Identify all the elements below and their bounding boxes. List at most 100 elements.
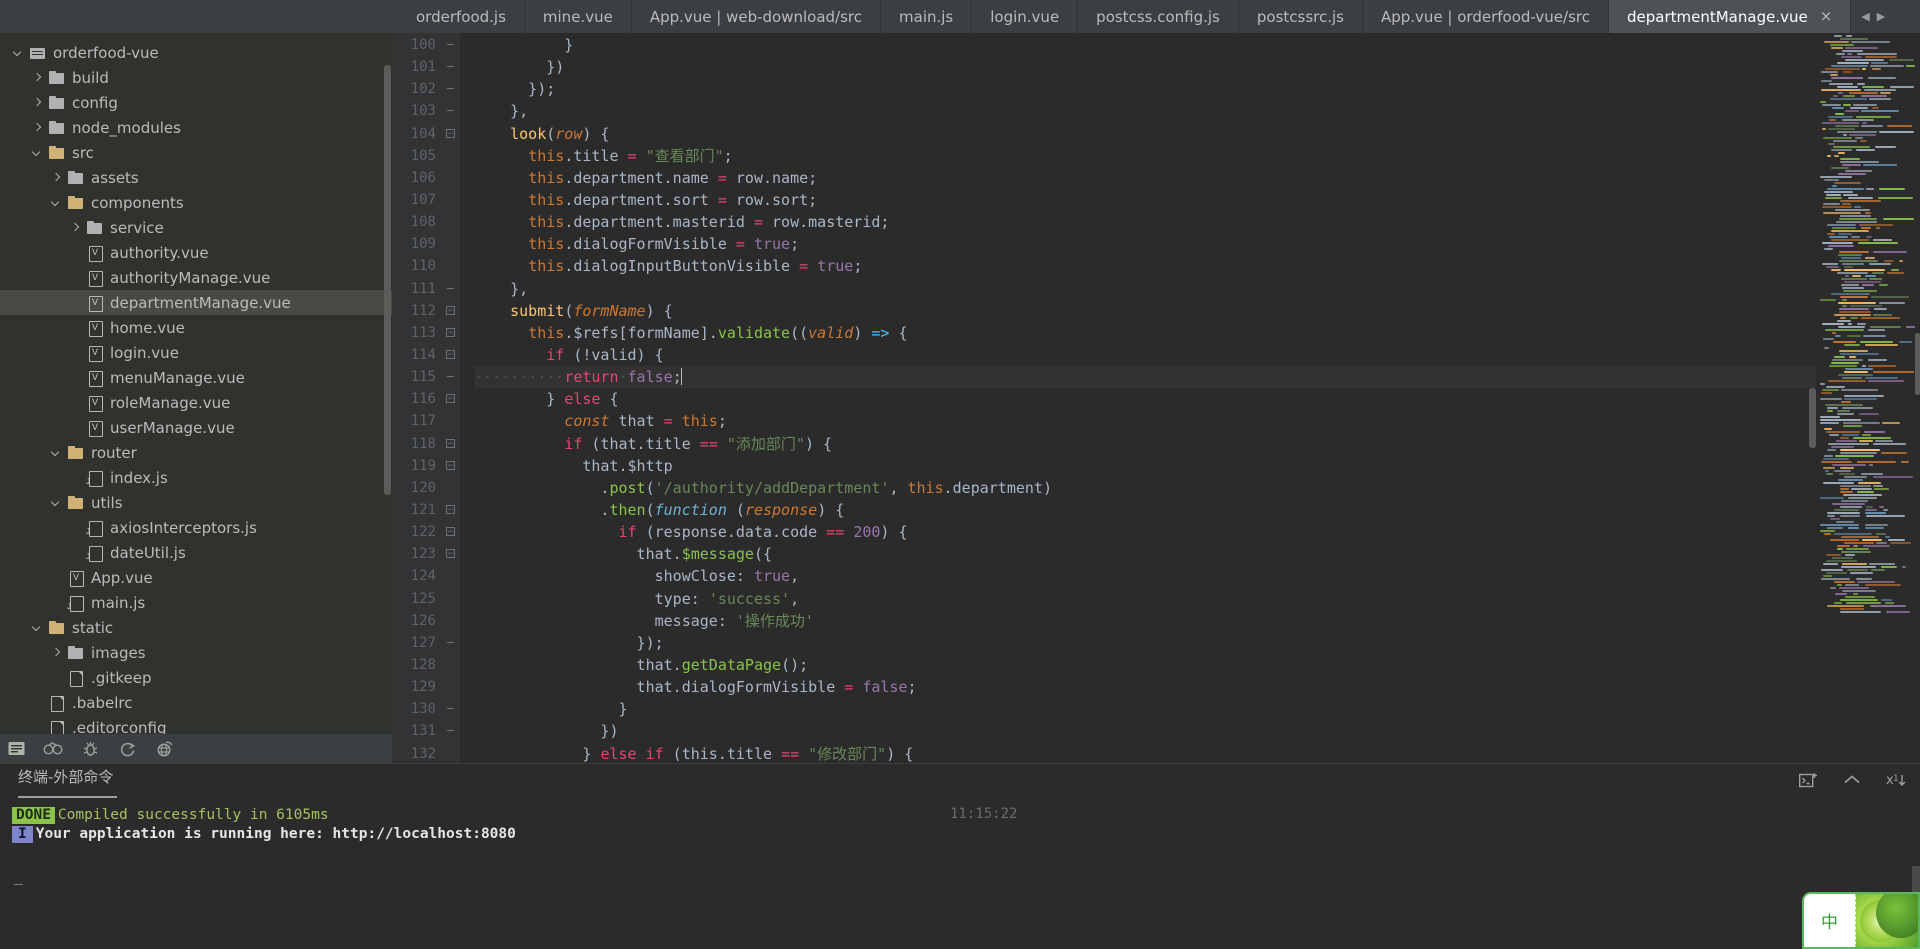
code-line[interactable]: }); [474, 78, 1816, 100]
line-number[interactable]: 122− [392, 521, 455, 543]
line-number[interactable]: 123− [392, 543, 455, 565]
editor-tab[interactable]: orderfood.js [398, 0, 525, 33]
code-line[interactable]: this.department.masterid = row.masterid; [474, 211, 1816, 233]
line-number[interactable]: 100 [392, 34, 454, 56]
editor-tab[interactable]: mine.vue [524, 0, 632, 33]
line-number[interactable]: 108 [392, 211, 442, 233]
fold-collapse-icon[interactable]: − [446, 349, 455, 359]
code-line[interactable]: } else { [474, 388, 1816, 410]
line-number[interactable]: 104− [392, 123, 455, 145]
code-line[interactable]: that.$http [474, 455, 1816, 477]
code-line[interactable]: look(row) { [474, 123, 1816, 145]
tree-item-utils[interactable]: utils [0, 490, 392, 515]
tree-item-components[interactable]: components [0, 190, 392, 215]
fold-line-icon[interactable] [446, 62, 455, 71]
code-line[interactable]: if (response.data.code == 200) { [474, 521, 1816, 543]
line-number[interactable]: 126 [392, 610, 442, 632]
line-number[interactable]: 120 [392, 477, 442, 499]
chevron-down-icon[interactable] [50, 496, 63, 509]
fold-line-icon[interactable] [446, 106, 455, 115]
line-number[interactable]: 128 [392, 654, 442, 676]
line-number[interactable]: 132 [392, 743, 442, 764]
ime-mode[interactable]: 中 [1804, 894, 1856, 947]
line-number[interactable]: 107 [392, 189, 442, 211]
line-number[interactable]: 103 [392, 100, 454, 122]
line-number[interactable]: 127 [392, 632, 454, 654]
line-number[interactable]: 102 [392, 78, 454, 100]
tree-item--babelrc[interactable]: .babelrc [0, 690, 392, 715]
editor-vertical-scrollbar[interactable] [1809, 388, 1816, 448]
soft-wrap-icon[interactable]: x1 [1886, 770, 1906, 790]
debug-bug-icon[interactable] [80, 740, 100, 758]
line-number[interactable]: 114− [392, 344, 455, 366]
tree-item-images[interactable]: images [0, 640, 392, 665]
tree-item-src[interactable]: src [0, 140, 392, 165]
code-content[interactable]: } }) }); }, look(row) { this.title = "查看… [460, 33, 1816, 763]
fold-line-icon[interactable] [446, 84, 455, 93]
code-line[interactable]: }) [474, 720, 1816, 742]
line-number[interactable]: 101 [392, 56, 454, 78]
fold-line-icon[interactable] [446, 284, 455, 293]
code-line[interactable]: message: '操作成功' [474, 610, 1816, 632]
fold-collapse-icon[interactable]: − [446, 305, 455, 315]
line-number[interactable]: 117 [392, 410, 442, 432]
line-number[interactable]: 124 [392, 565, 442, 587]
web-globe-icon[interactable] [154, 740, 174, 758]
chevron-down-icon[interactable] [50, 196, 63, 209]
find-icon[interactable] [43, 740, 63, 758]
tab-scroll-arrows[interactable]: ◀ ▶ [1851, 0, 1896, 33]
fold-collapse-icon[interactable]: − [446, 527, 455, 537]
fold-collapse-icon[interactable]: − [446, 394, 455, 404]
code-line[interactable]: }) [474, 56, 1816, 78]
line-number-gutter[interactable]: 100 101 102 103 104−105 106 107 108 109 110 111 112… [392, 33, 455, 764]
chevron-down-icon[interactable] [31, 146, 44, 159]
chevron-down-icon[interactable] [50, 446, 63, 459]
chevron-right-icon[interactable] [31, 121, 44, 134]
tree-item-app-vue[interactable]: V App.vue [0, 565, 392, 590]
line-number[interactable]: 118− [392, 433, 455, 455]
fold-line-icon[interactable] [446, 726, 455, 735]
ime-indicator[interactable]: 中 [1802, 892, 1920, 949]
code-line[interactable]: if (that.title == "添加部门") { [474, 433, 1816, 455]
tree-item-service[interactable]: service [0, 215, 392, 240]
collapse-up-icon[interactable] [1842, 770, 1862, 790]
line-number[interactable]: 109 [392, 233, 442, 255]
line-number[interactable]: 113− [392, 322, 455, 344]
line-number[interactable]: 125 [392, 588, 442, 610]
code-line[interactable]: this.dialogFormVisible = true; [474, 233, 1816, 255]
tree-item-dateutil-js[interactable]: JdateUtil.js [0, 540, 392, 565]
tree-item-config[interactable]: config [0, 90, 392, 115]
fold-line-icon[interactable] [446, 40, 455, 49]
chevron-down-icon[interactable] [12, 46, 25, 59]
tree-item-login-vue[interactable]: Vlogin.vue [0, 340, 392, 365]
line-number[interactable]: 119− [392, 455, 455, 477]
fold-collapse-icon[interactable]: − [446, 128, 455, 138]
chevron-down-icon[interactable] [31, 621, 44, 634]
run-icon[interactable] [117, 740, 137, 758]
code-line[interactable]: } else if (this.title == "修改部门") { [474, 743, 1816, 764]
close-icon[interactable]: × [1820, 9, 1833, 24]
code-line-current[interactable]: ··········return·false; [474, 366, 1816, 389]
code-line[interactable]: if (!valid) { [474, 344, 1816, 366]
tree-item-build[interactable]: build [0, 65, 392, 90]
tree-item-index-js[interactable]: Jindex.js [0, 465, 392, 490]
tree-item-authoritymanage-vue[interactable]: VauthorityManage.vue [0, 265, 392, 290]
tree-item-router[interactable]: router [0, 440, 392, 465]
fold-collapse-icon[interactable]: − [446, 504, 455, 514]
line-number[interactable]: 110 [392, 255, 442, 277]
editor-tab[interactable]: main.js [881, 0, 973, 33]
project-sidebar[interactable]: orderfood-vue build config node_modules src a… [0, 33, 392, 763]
fold-collapse-icon[interactable]: − [446, 438, 455, 448]
tree-item-orderfood-vue[interactable]: orderfood-vue [0, 40, 392, 65]
code-line[interactable]: this.dialogInputButtonVisible = true; [474, 255, 1816, 277]
code-line[interactable]: this.department.name = row.name; [474, 167, 1816, 189]
fold-line-icon[interactable] [446, 704, 455, 713]
chevron-right-icon[interactable] [50, 646, 63, 659]
chevron-right-icon[interactable] [50, 171, 63, 184]
editor-tab[interactable]: postcss.config.js [1078, 0, 1239, 33]
code-line[interactable]: }, [474, 100, 1816, 122]
terminal-tab[interactable]: 终端-外部命令 [18, 766, 118, 798]
code-line[interactable]: } [474, 34, 1816, 56]
code-line[interactable]: type: 'success', [474, 588, 1816, 610]
editor-tab-bar[interactable]: orderfood.js mine.vue App.vue | web-downlo… [392, 0, 1920, 33]
